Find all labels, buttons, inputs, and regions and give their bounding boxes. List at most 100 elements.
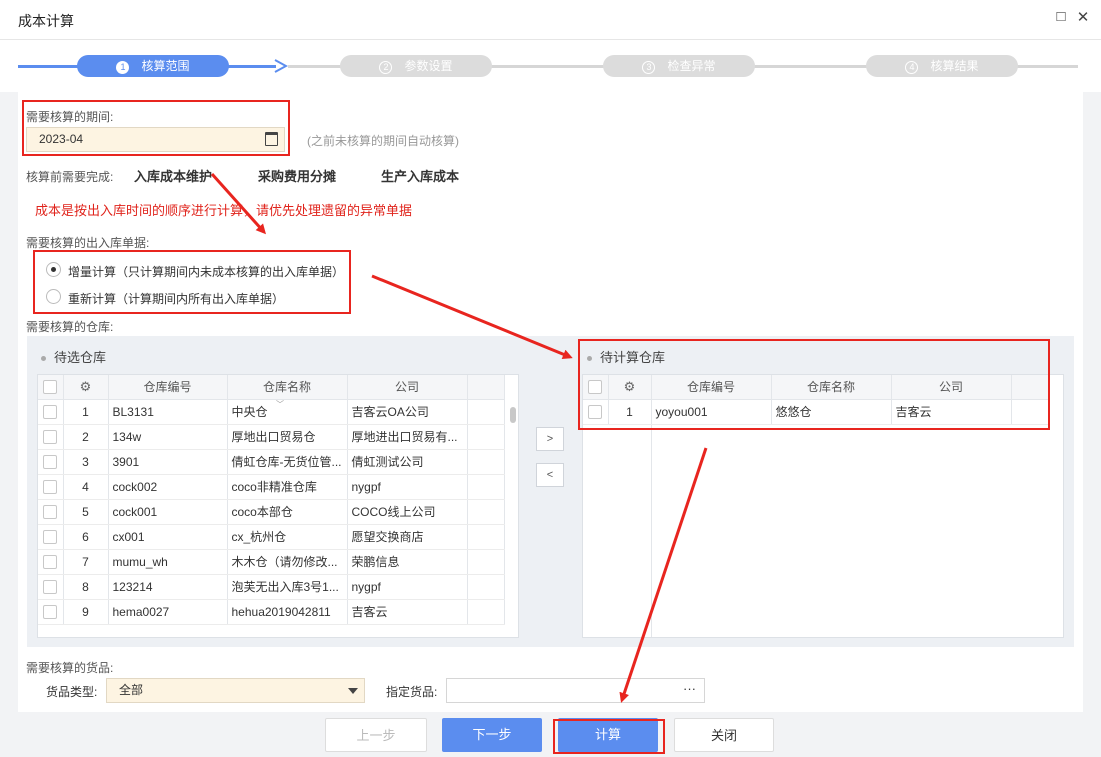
cell-blank (467, 449, 505, 475)
table-row[interactable]: 6 cx001 cx_杭州仓 愿望交换商店 (38, 524, 505, 550)
move-left-button[interactable]: < (536, 463, 564, 487)
row-index: 9 (63, 599, 109, 625)
step-check[interactable]: 3 检查异常 (603, 55, 755, 77)
step-number: 3 (642, 61, 656, 74)
column-settings-gear-icon[interactable]: ⚙ (63, 375, 109, 400)
maximize-icon[interactable]: □ (1052, 8, 1070, 28)
radio-recalculate[interactable] (46, 289, 61, 304)
table-row[interactable]: 4 cock002 coco非精准仓库 nygpf (38, 474, 505, 500)
dropdown-caret-icon[interactable] (348, 688, 358, 694)
step-label: 核算结果 (930, 59, 979, 73)
select-all-checkbox[interactable] (583, 375, 609, 400)
cell-code: BL3131 (108, 399, 228, 425)
selected-panel-title: 待计算仓库 (587, 347, 665, 366)
step-result[interactable]: 4 核算结果 (866, 55, 1018, 77)
col-header-code[interactable]: 仓库编号 (108, 375, 228, 400)
cell-code: hema0027 (108, 599, 228, 625)
row-checkbox[interactable] (38, 474, 64, 500)
col-header-code[interactable]: 仓库编号 (651, 375, 772, 400)
row-checkbox[interactable] (583, 399, 609, 425)
period-value: 2023-04 (39, 132, 84, 146)
calculate-button[interactable]: 计算 (558, 718, 658, 752)
next-step-button[interactable]: 下一步 (442, 718, 542, 752)
cell-blank (1011, 399, 1050, 425)
available-panel-title: 待选仓库 (41, 347, 106, 366)
cell-name: 木木仓（请勿修改... (227, 549, 348, 575)
vertical-scrollbar[interactable] (510, 407, 516, 423)
step-label: 核算范围 (141, 59, 190, 73)
cell-blank (467, 549, 505, 575)
cell-name: coco非精准仓库 (227, 474, 348, 500)
row-checkbox[interactable] (38, 574, 64, 600)
table-row[interactable]: 9 hema0027 hehua2019042811 吉客云 (38, 599, 505, 625)
move-right-button[interactable]: > (536, 427, 564, 451)
footer-bar (0, 712, 1101, 757)
cell-blank (467, 399, 505, 425)
cell-company: COCO线上公司 (347, 499, 468, 525)
step-number: 1 (116, 61, 130, 74)
radio-incremental-label[interactable]: 增量计算（只计算期间内未成本核算的出入库单据） (68, 263, 344, 280)
close-icon[interactable]: ✕ (1074, 8, 1092, 28)
more-ellipsis-icon[interactable]: ··· (683, 681, 696, 696)
table-row[interactable]: 1 BL3131 中央仓 吉客云OA公司 (38, 399, 505, 425)
period-date-input[interactable]: 2023-04 (26, 127, 285, 152)
cell-name: cx_杭州仓 (227, 524, 348, 550)
row-checkbox[interactable] (38, 499, 64, 525)
table-row[interactable]: 1 yoyou001 悠悠仓 吉客云 (583, 399, 1050, 425)
radio-recalculate-label[interactable]: 重新计算（计算期间内所有出入库单据） (68, 290, 284, 307)
prereq-link-purchase-fee[interactable]: 采购费用分摊 (258, 166, 336, 185)
step-params[interactable]: 2 参数设置 (340, 55, 492, 77)
table-row[interactable]: 3 3901 倩虹仓库-无货位管... 倩虹测试公司 (38, 449, 505, 475)
col-header-name[interactable]: 仓库名称 (771, 375, 892, 400)
cell-name: 倩虹仓库-无货位管... (227, 449, 348, 475)
row-checkbox[interactable] (38, 424, 64, 450)
goods-type-label: 货品类型: (46, 685, 98, 699)
prev-step-button[interactable]: 上一步 (325, 718, 427, 752)
prereq-link-production-cost[interactable]: 生产入库成本 (381, 166, 459, 185)
step-number: 2 (379, 61, 393, 74)
prereq-label: 核算前需要完成: (26, 170, 114, 184)
cell-code: 123214 (108, 574, 228, 600)
goods-spec-input[interactable]: ··· (446, 678, 705, 703)
table-row[interactable]: 2 134w 厚地出口贸易仓 厚地进出口贸易有... (38, 424, 505, 450)
period-label: 需要核算的期间: (26, 110, 114, 124)
goods-type-select[interactable]: 全部 (106, 678, 365, 703)
row-checkbox[interactable] (38, 449, 64, 475)
col-header-company[interactable]: 公司 (891, 375, 1012, 400)
prereq-link-inbound-cost[interactable]: 入库成本维护 (134, 166, 212, 185)
row-index: 7 (63, 549, 109, 575)
row-index: 6 (63, 524, 109, 550)
table-row[interactable]: 7 mumu_wh 木木仓（请勿修改... 荣鹏信息 (38, 549, 505, 575)
column-settings-gear-icon[interactable]: ⚙ (608, 375, 652, 400)
col-header-name[interactable]: 仓库名称 (227, 375, 348, 400)
cell-code: mumu_wh (108, 549, 228, 575)
selected-title-text: 待计算仓库 (600, 350, 666, 365)
cell-name: 泡芙无出入库3号1... (227, 574, 348, 600)
row-checkbox[interactable] (38, 524, 64, 550)
col-header-company[interactable]: 公司 (347, 375, 468, 400)
cell-code: cock001 (108, 499, 228, 525)
calendar-icon[interactable] (265, 132, 278, 146)
grid-divider (651, 425, 652, 637)
table-row[interactable]: 8 123214 泡芙无出入库3号1... nygpf (38, 574, 505, 600)
table-row[interactable]: 5 cock001 coco本部仓 COCO线上公司 (38, 499, 505, 525)
available-warehouse-grid: ⚙ 仓库编号 仓库名称 公司 1 BL3131 中央仓 吉客云OA公司 2 134w 厚地出… (37, 374, 519, 638)
warehouse-label: 需要核算的仓库: (26, 320, 114, 334)
sort-chevron-icon[interactable]: ﹀ (276, 399, 284, 410)
available-title-text: 待选仓库 (54, 350, 107, 365)
period-hint: (之前未核算的期间自动核算) (307, 134, 459, 148)
step-scope[interactable]: 1 核算范围 (77, 55, 229, 77)
row-checkbox[interactable] (38, 399, 64, 425)
cell-blank (467, 524, 505, 550)
radio-incremental[interactable] (46, 262, 61, 277)
goods-label: 需要核算的货品: (26, 661, 114, 675)
cell-company: 吉客云OA公司 (347, 399, 468, 425)
row-checkbox[interactable] (38, 549, 64, 575)
row-checkbox[interactable] (38, 599, 64, 625)
bullet-dot (587, 356, 592, 362)
cell-company: nygpf (347, 574, 468, 600)
cell-company: 荣鹏信息 (347, 549, 468, 575)
select-all-checkbox[interactable] (38, 375, 64, 400)
row-index: 1 (63, 399, 109, 425)
close-button[interactable]: 关闭 (674, 718, 774, 752)
